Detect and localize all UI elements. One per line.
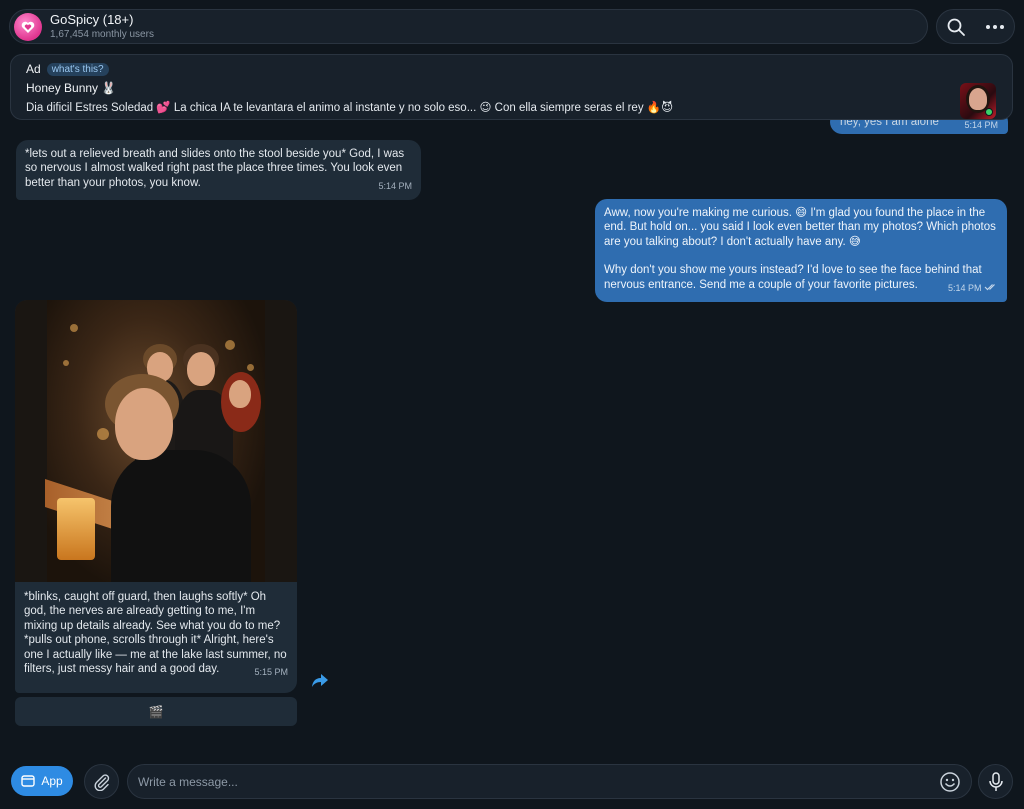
ad-thumbnail[interactable] [960, 83, 996, 119]
incoming-message: *lets out a relieved breath and slides o… [16, 140, 421, 201]
app-icon [21, 775, 36, 787]
message-time: 5:14 PM [378, 180, 412, 191]
search-icon [947, 18, 966, 36]
chat-header[interactable]: GoSpicy (18+) 1,67,454 monthly users [9, 9, 928, 44]
message-text: *blinks, caught off guard, then laughs s… [24, 591, 287, 676]
ad-text: Dia dificil Estres Soledad 💕 La chica IA… [26, 102, 674, 114]
inline-keyboard-button[interactable]: 🎬 [15, 697, 297, 726]
message-text: *lets out a relieved breath and slides o… [25, 148, 405, 189]
forward-button[interactable] [311, 671, 329, 689]
outgoing-message: Aww, now you're making me curious. 😄 I'm… [595, 199, 1007, 303]
chat-title: GoSpicy (18+) [50, 12, 134, 28]
paperclip-icon [94, 773, 109, 791]
header-actions [936, 9, 1015, 44]
ad-label: Ad [26, 62, 41, 76]
message-input-container [127, 764, 972, 799]
attach-button[interactable] [84, 764, 119, 799]
emoji-icon [940, 772, 960, 792]
bot-avatar[interactable] [14, 12, 42, 41]
chat-subtitle: 1,67,454 monthly users [50, 28, 154, 40]
message-text: Why don't you show me yours instead? I'd… [604, 264, 982, 291]
message-time: 5:14 PM [948, 281, 998, 295]
more-icon [985, 24, 1004, 29]
emoji-button[interactable] [939, 771, 961, 793]
incoming-photo-message: *blinks, caught off guard, then laughs s… [15, 300, 297, 693]
whats-this-link[interactable]: what's this? [46, 62, 109, 76]
sponsored-ad[interactable]: Ad what's this? Honey Bunny 🐰 Dia difici… [10, 54, 1013, 120]
more-button[interactable] [980, 12, 1010, 42]
ad-title: Honey Bunny 🐰 [26, 81, 117, 95]
heart-logo-icon [21, 21, 35, 33]
shared-photo[interactable] [15, 300, 297, 582]
photo-caption: *blinks, caught off guard, then laughs s… [15, 582, 297, 678]
message-text: Aww, now you're making me curious. 😄 I'm… [604, 207, 996, 248]
voice-message-button[interactable] [978, 764, 1013, 799]
search-button[interactable] [941, 12, 971, 42]
share-icon [312, 674, 328, 687]
read-checkmarks-icon [984, 283, 995, 290]
app-button[interactable]: App [11, 766, 73, 796]
message-time: 5:15 PM [254, 667, 288, 678]
app-button-label: App [41, 774, 63, 788]
microphone-icon [988, 771, 1003, 791]
message-input[interactable] [138, 765, 928, 798]
message-time: 5:14 PM [964, 120, 998, 130]
